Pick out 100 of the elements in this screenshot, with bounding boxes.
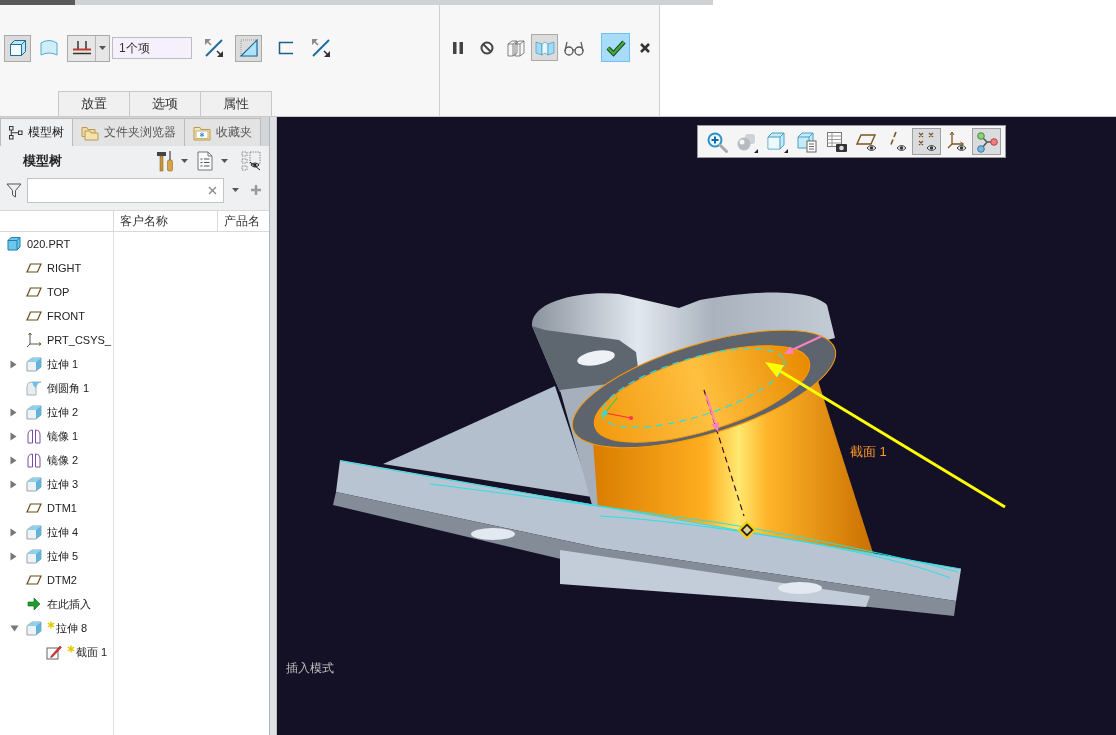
extrude-icon (26, 356, 42, 372)
mirror-icon (26, 452, 42, 468)
diagonal-arrows-icon (309, 37, 332, 59)
remove-material-button[interactable] (235, 34, 262, 62)
plus-icon (250, 184, 262, 196)
tree-item[interactable]: 镜像 2 (47, 452, 79, 468)
triangle-cut-icon (237, 37, 260, 59)
tree-icon (9, 125, 23, 140)
tree-item[interactable]: DTM2 (47, 574, 77, 586)
graphics-viewport[interactable]: 截面 1 插入模式 (277, 117, 1116, 735)
extrude-icon (26, 524, 42, 540)
tree-item[interactable]: 拉伸 3 (47, 476, 79, 492)
point-display-button[interactable] (912, 128, 941, 155)
lug-hole (577, 350, 615, 366)
round-icon (26, 380, 42, 396)
extrude-icon (26, 620, 42, 636)
panel-tab[interactable]: 放置 (58, 91, 130, 116)
depth-dropdown[interactable] (67, 34, 110, 62)
star-folder-icon (193, 124, 211, 141)
extrude-icon (26, 404, 42, 420)
mode-status: 插入模式 (286, 660, 334, 677)
caret-icon (181, 159, 188, 163)
drag-handle-icon[interactable] (737, 520, 757, 540)
hammer-screwdriver-icon (154, 150, 176, 172)
cube-icon (8, 39, 27, 57)
plane-icon (26, 500, 42, 516)
panel-tab[interactable]: 选项 (129, 91, 201, 116)
tree-item[interactable]: FRONT (47, 310, 85, 322)
column-header[interactable]: 客户名称 (120, 212, 168, 230)
search-field[interactable] (27, 177, 224, 203)
no-entry-icon (479, 40, 494, 55)
tree-item[interactable]: PRT_CSYS_ (47, 334, 111, 346)
sketch-csys-icon (602, 397, 633, 420)
collector-field[interactable]: 1个项 (112, 37, 192, 59)
tree-item[interactable]: 拉伸 4 (47, 524, 79, 540)
close-icon (638, 41, 651, 54)
extrude-icon (26, 476, 42, 492)
tree-item[interactable]: RIGHT (47, 262, 82, 274)
tree-item[interactable]: DTM1 (47, 502, 77, 514)
folders-icon (81, 124, 99, 141)
curved-surface-icon (38, 39, 59, 57)
drag-arrow[interactable] (784, 335, 823, 354)
navigator-tab[interactable]: 收藏夹 (184, 118, 261, 146)
list-document-icon (197, 151, 213, 171)
spin-center-button[interactable] (972, 128, 1001, 155)
expand-arrow-icon[interactable] (10, 431, 17, 441)
mirror-icon (26, 428, 42, 444)
tree-item[interactable]: 拉伸 1 (47, 356, 79, 372)
navigator-tab[interactable]: 文件夹浏览器 (72, 118, 185, 146)
tree-item[interactable]: TOP (47, 286, 70, 298)
table-camera-icon (825, 130, 848, 153)
panel-title: 模型树 (23, 152, 62, 170)
plane-icon (26, 284, 42, 300)
section-label: 截面 1 (850, 444, 887, 459)
drag-arrow[interactable] (705, 393, 720, 432)
panel-tab[interactable]: 属性 (200, 91, 272, 116)
tree-item[interactable]: 020.PRT (27, 238, 71, 250)
tree-eye-icon (241, 151, 261, 171)
caret-icon (232, 188, 239, 192)
tools-menu-button[interactable] (154, 150, 188, 172)
expand-arrow-icon[interactable] (10, 407, 17, 417)
check-icon (605, 38, 626, 57)
tree-filter-button[interactable] (241, 151, 261, 171)
settings-menu-button[interactable] (197, 151, 228, 171)
tree-item[interactable]: 镜像 1 (47, 428, 79, 444)
zoom-in-icon (705, 130, 728, 153)
plane-icon (26, 572, 42, 588)
filter-dropdown-button[interactable] (232, 188, 239, 192)
extrude-icon (26, 548, 42, 564)
expand-arrow-icon[interactable] (10, 455, 17, 465)
pencil-paper-icon (46, 644, 62, 660)
filter-icon (6, 182, 22, 198)
wireframe-boxes-icon (505, 37, 526, 58)
node-graph-icon (975, 130, 998, 153)
tree-item[interactable]: 倒圆角 1 (47, 380, 90, 396)
expand-arrow-icon[interactable] (10, 551, 17, 561)
clear-icon[interactable] (208, 185, 217, 195)
solid-button[interactable] (4, 34, 31, 62)
tree-item[interactable]: 拉伸 8 (56, 620, 88, 636)
csys-icon (26, 332, 42, 348)
caret-icon (99, 46, 106, 50)
collapse-arrow-icon[interactable] (10, 624, 19, 632)
arrow-right-icon (26, 596, 42, 612)
ok-button[interactable] (601, 33, 630, 62)
tree-item[interactable]: 拉伸 5 (47, 548, 79, 564)
tree-item[interactable]: 拉伸 2 (47, 404, 79, 420)
tree-item[interactable]: 在此插入 (47, 596, 91, 612)
cube-list-icon (795, 130, 818, 153)
expand-arrow-icon[interactable] (10, 479, 17, 489)
navigator-tab[interactable]: 模型树 (0, 118, 73, 146)
parallel-lines-icon (71, 40, 92, 56)
cube-icon (6, 236, 22, 252)
column-header[interactable]: 产品名 (224, 212, 260, 230)
plane-icon (26, 308, 42, 324)
cube-icon (765, 130, 788, 153)
tree-item[interactable]: 截面 1 (76, 644, 108, 660)
caret-icon (221, 159, 228, 163)
expand-arrow-icon[interactable] (10, 527, 17, 537)
add-filter-button[interactable] (250, 184, 262, 196)
expand-arrow-icon[interactable] (10, 359, 17, 369)
